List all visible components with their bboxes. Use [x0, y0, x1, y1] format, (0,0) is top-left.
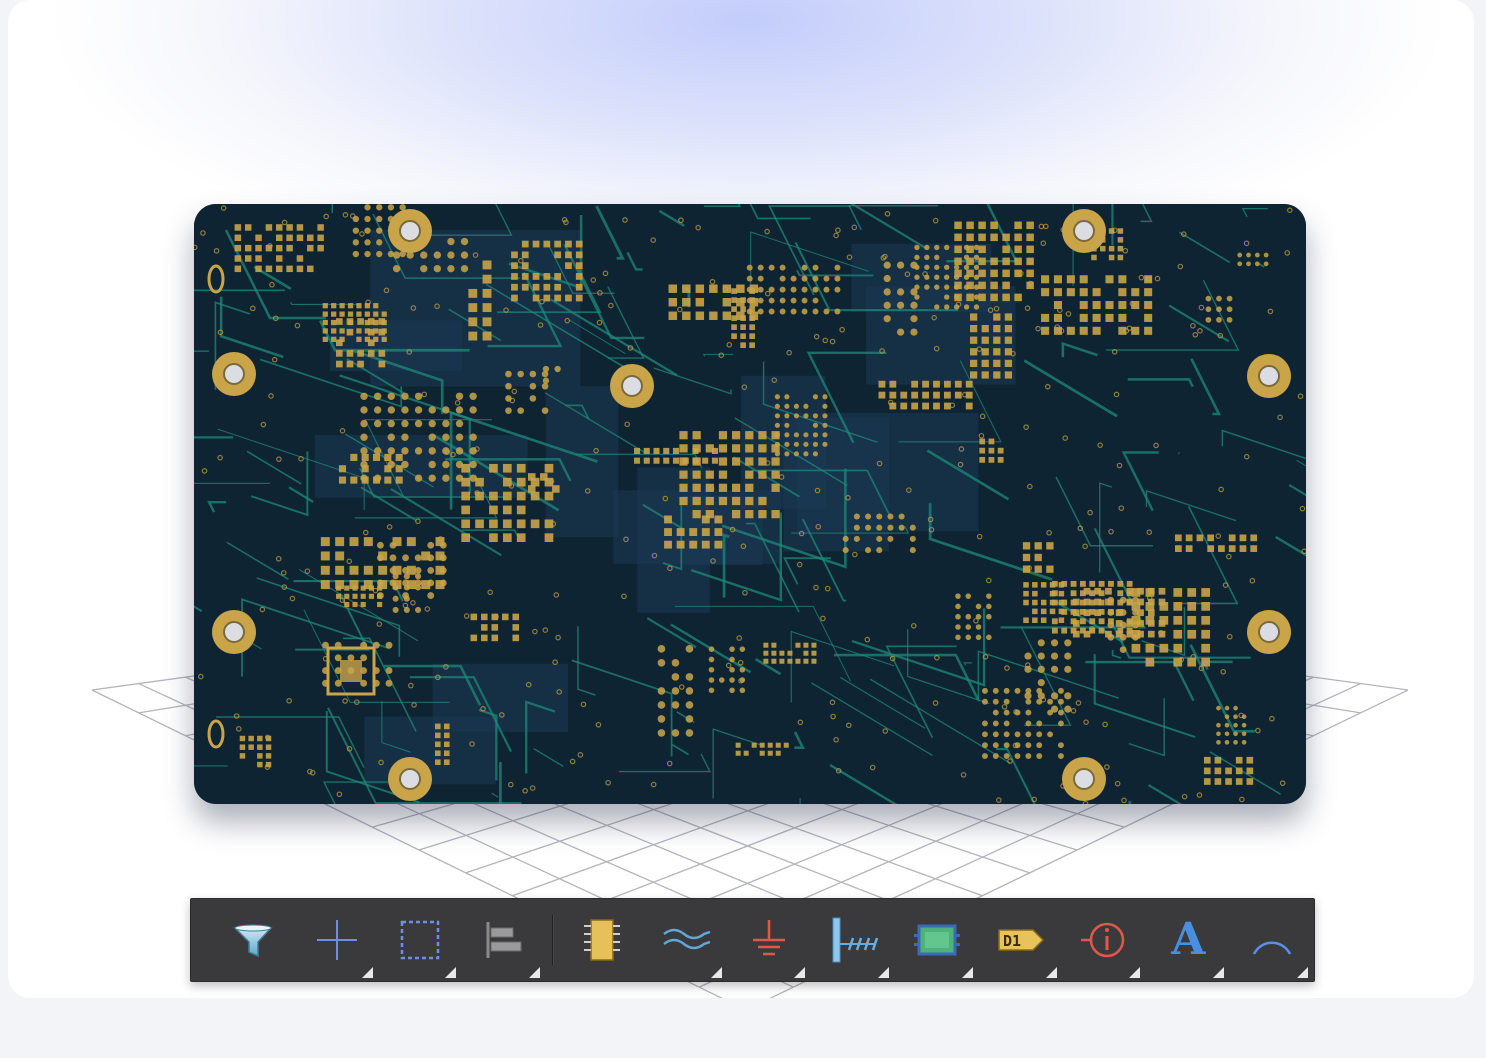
- crosshair-icon: [316, 920, 357, 960]
- port-label: D1: [1003, 932, 1021, 950]
- cross-tool[interactable]: [295, 898, 379, 982]
- submenu-indicator[interactable]: [445, 967, 457, 978]
- submenu-indicator[interactable]: [878, 967, 890, 978]
- bus-tool[interactable]: [811, 898, 895, 982]
- pcb-layout: [194, 204, 1306, 804]
- waves-icon: [662, 928, 711, 950]
- port-tool[interactable]: D1: [979, 898, 1063, 982]
- align-left-icon: [486, 922, 522, 958]
- port-icon: D1: [998, 929, 1044, 951]
- submenu-indicator[interactable]: [961, 967, 973, 978]
- text-tool[interactable]: A: [1146, 898, 1230, 982]
- canvas-stage: [8, 0, 1474, 998]
- pcb-board[interactable]: [194, 204, 1306, 804]
- bus-icon: [832, 917, 879, 963]
- text-icon: A: [1171, 914, 1206, 965]
- sheet-tool[interactable]: [895, 898, 979, 982]
- diff-pair-tool[interactable]: [644, 898, 728, 982]
- ground-icon: [753, 920, 786, 956]
- probe-icon: [1080, 922, 1124, 958]
- probe-tool[interactable]: [1063, 898, 1147, 982]
- submenu-indicator[interactable]: [710, 967, 722, 978]
- toolbar: D1 A: [190, 898, 1315, 982]
- align-tool[interactable]: [462, 898, 546, 982]
- filter-icon: [233, 924, 273, 958]
- bottom-strip: [0, 998, 1486, 1058]
- submenu-indicator[interactable]: [1213, 967, 1225, 978]
- chip-icon: [583, 919, 620, 961]
- ground-tool[interactable]: [728, 898, 812, 982]
- submenu-indicator[interactable]: [794, 967, 806, 978]
- sheet-symbol-icon: [914, 924, 960, 956]
- dashed-rectangle-icon: [401, 920, 440, 960]
- submenu-indicator[interactable]: [1045, 967, 1057, 978]
- arc-icon: [1252, 941, 1292, 955]
- toolbar-separator: [552, 915, 555, 965]
- submenu-indicator[interactable]: [529, 967, 541, 978]
- submenu-indicator[interactable]: [1296, 967, 1308, 978]
- submenu-indicator[interactable]: [361, 967, 373, 978]
- filter-tool[interactable]: [211, 898, 295, 982]
- component-tool[interactable]: [560, 898, 644, 982]
- submenu-indicator[interactable]: [1129, 967, 1141, 978]
- arc-tool[interactable]: [1230, 898, 1314, 982]
- select-area-tool[interactable]: [379, 898, 463, 982]
